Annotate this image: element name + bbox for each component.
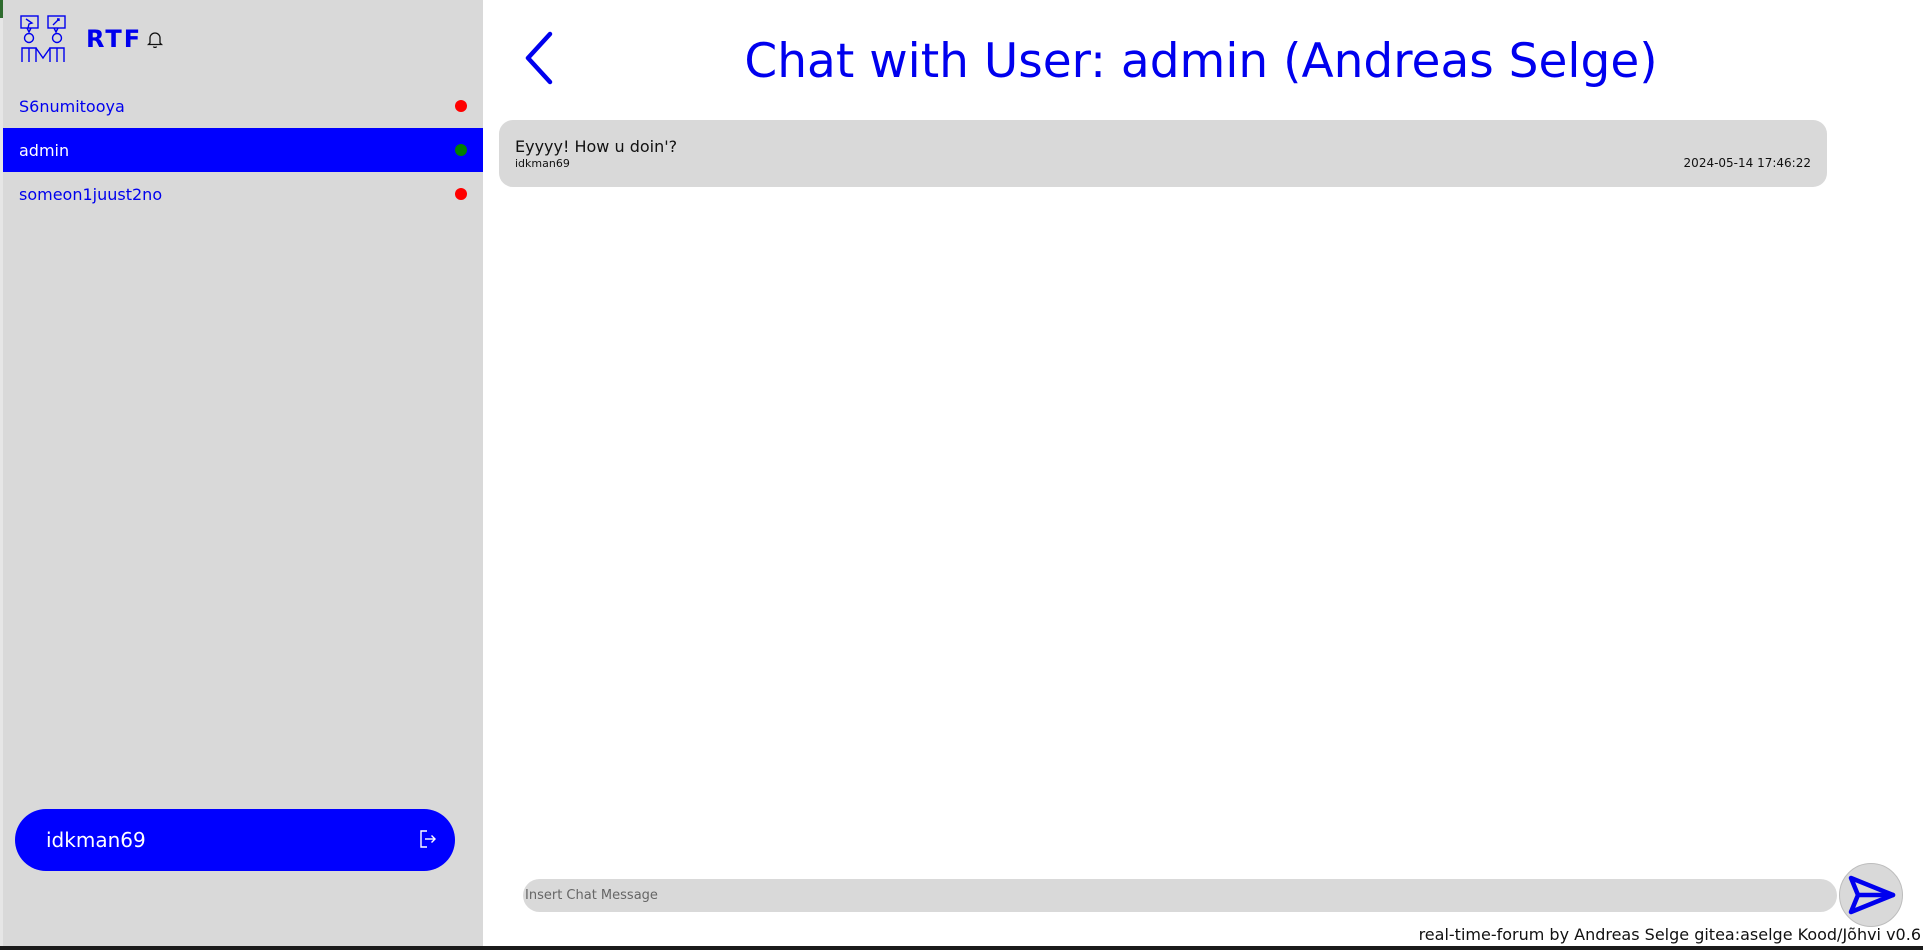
send-button[interactable] bbox=[1839, 863, 1903, 927]
message-list: Eyyyy! How u doin'? idkman69 2024-05-14 … bbox=[499, 120, 1827, 187]
brand[interactable]: RTF bbox=[19, 14, 164, 64]
message-timestamp: 2024-05-14 17:46:22 bbox=[1683, 156, 1811, 170]
user-name: S6numitooya bbox=[19, 96, 125, 116]
status-dot-offline bbox=[455, 100, 467, 112]
chat-message: Eyyyy! How u doin'? idkman69 2024-05-14 … bbox=[499, 120, 1827, 187]
status-dot-online bbox=[455, 144, 467, 156]
logout-icon[interactable] bbox=[419, 829, 437, 849]
message-author: idkman69 bbox=[515, 157, 570, 170]
user-list-item[interactable]: S6numitooya bbox=[3, 84, 483, 128]
bell-icon[interactable] bbox=[147, 30, 164, 48]
page-title: Chat with User: admin (Andreas Selge) bbox=[744, 34, 1658, 89]
window-bottom-edge bbox=[0, 946, 1923, 950]
chevron-left-icon[interactable] bbox=[520, 30, 560, 86]
user-name: someon1juust2no bbox=[19, 184, 163, 204]
chat-message-input[interactable] bbox=[523, 879, 1837, 912]
status-dot-offline bbox=[455, 188, 467, 200]
user-list-item[interactable]: someon1juust2no bbox=[3, 172, 483, 216]
current-user-name: idkman69 bbox=[46, 828, 146, 852]
sidebar: RTF S6numitooya admin someon1juust2no id… bbox=[3, 0, 483, 946]
footer-credits: real-time-forum by Andreas Selge gitea:a… bbox=[1418, 925, 1921, 944]
send-icon bbox=[1848, 875, 1896, 915]
brand-title: RTF bbox=[86, 25, 143, 53]
current-user-pill[interactable]: idkman69 bbox=[15, 809, 455, 871]
app-window: RTF S6numitooya admin someon1juust2no id… bbox=[0, 0, 1923, 950]
message-text: Eyyyy! How u doin'? bbox=[515, 137, 678, 156]
user-list-item-active[interactable]: admin bbox=[3, 128, 483, 172]
rtf-logo-icon bbox=[20, 15, 66, 62]
user-list: S6numitooya admin someon1juust2no bbox=[3, 84, 483, 216]
user-name: admin bbox=[19, 140, 70, 160]
